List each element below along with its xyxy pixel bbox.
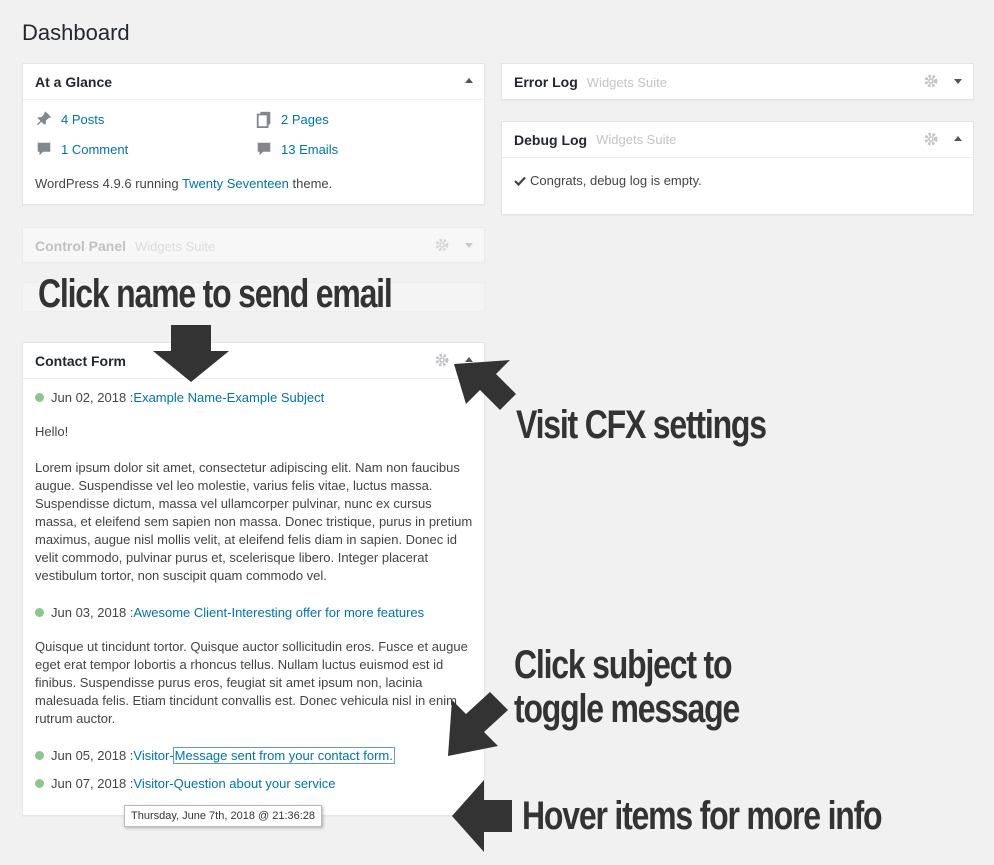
- message-body: Lorem ipsum dolor sit amet, consectetur …: [35, 460, 473, 583]
- widget-subtitle: Widgets Suite: [135, 238, 216, 254]
- annotation-click-subject-1: Click subject to: [514, 643, 732, 687]
- gear-icon[interactable]: [923, 131, 939, 147]
- annotation-click-subject-2: toggle message: [514, 687, 740, 731]
- annotation-click-name: Click name to send email: [38, 272, 393, 316]
- message-body: Quisque ut tincidunt tortor. Quisque auc…: [35, 639, 468, 726]
- glance-pages-link[interactable]: 2 Pages: [255, 110, 329, 128]
- widget-subtitle: Widgets Suite: [596, 132, 677, 147]
- annotation-visit-settings: Visit CFX settings: [516, 403, 767, 447]
- comment-icon: [257, 142, 271, 156]
- arrow-left-icon: [452, 780, 512, 852]
- widget-title: Debug Log: [514, 131, 588, 148]
- subject-link[interactable]: Interesting offer for more features: [231, 605, 424, 620]
- gear-icon[interactable]: [434, 237, 450, 253]
- arrow-down-icon: [153, 325, 229, 382]
- at-a-glance-header[interactable]: At a Glance: [23, 64, 484, 100]
- pages-icon: [256, 111, 271, 128]
- date-tooltip: Thursday, June 7th, 2018 @ 21:36:28: [124, 805, 323, 827]
- glance-posts-link[interactable]: 4 Posts: [35, 110, 104, 128]
- widget-title: Error Log: [514, 74, 578, 90]
- sender-name-link[interactable]: Awesome Client: [133, 605, 227, 620]
- collapse-up-icon[interactable]: [464, 76, 474, 86]
- collapse-up-icon[interactable]: [953, 134, 963, 144]
- glance-comments-link[interactable]: 1 Comment: [35, 140, 128, 158]
- widget-title: Contact Form: [35, 352, 126, 369]
- control-panel-header[interactable]: Control Panel Widgets Suite: [23, 228, 484, 264]
- message-greeting: Hello!: [35, 424, 69, 439]
- collapse-down-icon[interactable]: [464, 240, 474, 250]
- pushpin-icon: [36, 111, 52, 126]
- arrow-up-left-icon: [454, 360, 516, 410]
- glance-emails-link[interactable]: 13 Emails: [255, 140, 338, 158]
- error-log-header[interactable]: Error Log Widgets Suite: [502, 64, 973, 100]
- unread-dot: [35, 751, 44, 760]
- list-item: Jun 05, 2018 : Visitor - Message sent fr…: [35, 747, 395, 764]
- debug-log-message: Congrats, debug log is empty.: [514, 173, 702, 188]
- sender-name-link[interactable]: Example Name: [133, 390, 222, 405]
- contact-form-widget: Contact Form Jun 02, 2018 : Example Name…: [22, 342, 485, 816]
- contact-form-header[interactable]: Contact Form: [23, 343, 484, 379]
- theme-link[interactable]: Twenty Seventeen: [182, 176, 289, 191]
- list-item: Jun 07, 2018 : Visitor - Question about …: [35, 776, 336, 791]
- page-title: Dashboard: [22, 20, 130, 45]
- annotation-hover-items: Hover items for more info: [522, 794, 883, 838]
- list-item: Jun 02, 2018 : Example Name - Example Su…: [35, 390, 324, 405]
- control-panel-widget[interactable]: Control Panel Widgets Suite: [22, 227, 485, 263]
- unread-dot: [35, 779, 44, 788]
- unread-dot: [35, 608, 44, 617]
- widget-subtitle: Widgets Suite: [586, 74, 667, 90]
- subject-link[interactable]: Message sent from your contact form.: [172, 747, 395, 764]
- debug-log-header[interactable]: Debug Log Widgets Suite: [502, 122, 973, 158]
- widget-title: Control Panel: [35, 238, 127, 254]
- collapse-down-icon[interactable]: [953, 76, 963, 86]
- at-a-glance-widget: At a Glance 4 Posts 2 Pages 1 Comment 13…: [22, 63, 485, 205]
- debug-log-widget: Debug Log Widgets Suite Congrats, debug …: [501, 121, 974, 215]
- gear-icon[interactable]: [923, 73, 939, 89]
- sender-name-link[interactable]: Visitor: [133, 776, 169, 791]
- sender-name-link[interactable]: Visitor: [133, 748, 169, 763]
- unread-dot: [35, 393, 44, 402]
- widget-title: At a Glance: [35, 73, 113, 90]
- subject-link[interactable]: Question about your service: [174, 776, 336, 791]
- checkmark-icon: [514, 176, 526, 186]
- subject-link[interactable]: Example Subject: [227, 390, 325, 405]
- arrow-down-left-icon: [448, 692, 508, 756]
- wordpress-version: WordPress 4.9.6 running Twenty Seventeen…: [35, 176, 333, 191]
- list-item: Jun 03, 2018 : Awesome Client - Interest…: [35, 605, 424, 620]
- error-log-widget: Error Log Widgets Suite: [501, 63, 974, 100]
- comment-icon: [37, 142, 51, 156]
- gear-icon[interactable]: [434, 352, 450, 368]
